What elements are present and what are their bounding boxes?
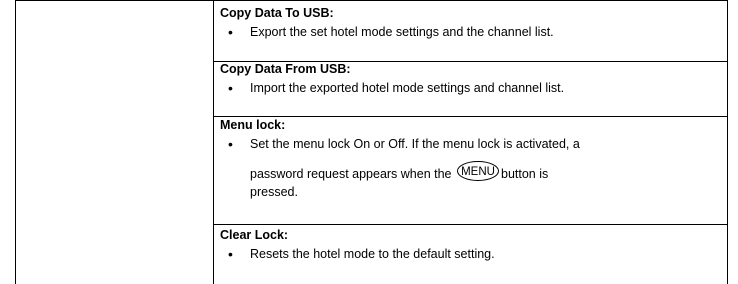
item-text-line-1: Set the menu lock On or Off. If the menu… [250, 137, 580, 151]
item-text: Export the set hotel mode settings and t… [250, 25, 554, 39]
list-item: • Set the menu lock On or Off. If the me… [220, 136, 720, 200]
bullet-icon: • [228, 136, 233, 152]
section-heading: Clear Lock: [220, 228, 289, 242]
section-clear-lock: Clear Lock: • Resets the hotel mode to t… [220, 228, 720, 262]
list-item: • Resets the hotel mode to the default s… [220, 247, 720, 262]
section-heading: Copy Data From USB: [220, 62, 351, 76]
bullet-icon: • [228, 24, 233, 40]
list-item: • Export the set hotel mode settings and… [220, 25, 720, 40]
section-copy-from-usb: Copy Data From USB: • Import the exporte… [220, 62, 720, 96]
item-text: Resets the hotel mode to the default set… [250, 247, 495, 261]
item-text-line-3: pressed. [250, 185, 298, 199]
item-text-after-button: button is [501, 167, 549, 181]
bullet-icon: • [228, 80, 233, 96]
section-copy-to-usb: Copy Data To USB: • Export the set hotel… [220, 6, 720, 40]
menu-button-label: MENU [461, 166, 495, 178]
section-menu-lock: Menu lock: • Set the menu lock On or Off… [220, 118, 720, 199]
item-text-before-button: password request appears when the [250, 167, 452, 181]
menu-button-icon: MENU [456, 160, 500, 182]
table-top-border [15, 0, 728, 1]
list-item: • Import the exported hotel mode setting… [220, 81, 720, 96]
section-heading: Copy Data To USB: [220, 6, 334, 20]
item-text: Import the exported hotel mode settings … [250, 81, 565, 95]
table-column-divider [213, 0, 214, 284]
item-text-line-2: password request appears when the MENU b… [250, 160, 720, 185]
section-heading: Menu lock: [220, 118, 286, 132]
row-divider [213, 116, 728, 117]
row-divider [213, 224, 728, 225]
bullet-icon: • [228, 246, 233, 262]
